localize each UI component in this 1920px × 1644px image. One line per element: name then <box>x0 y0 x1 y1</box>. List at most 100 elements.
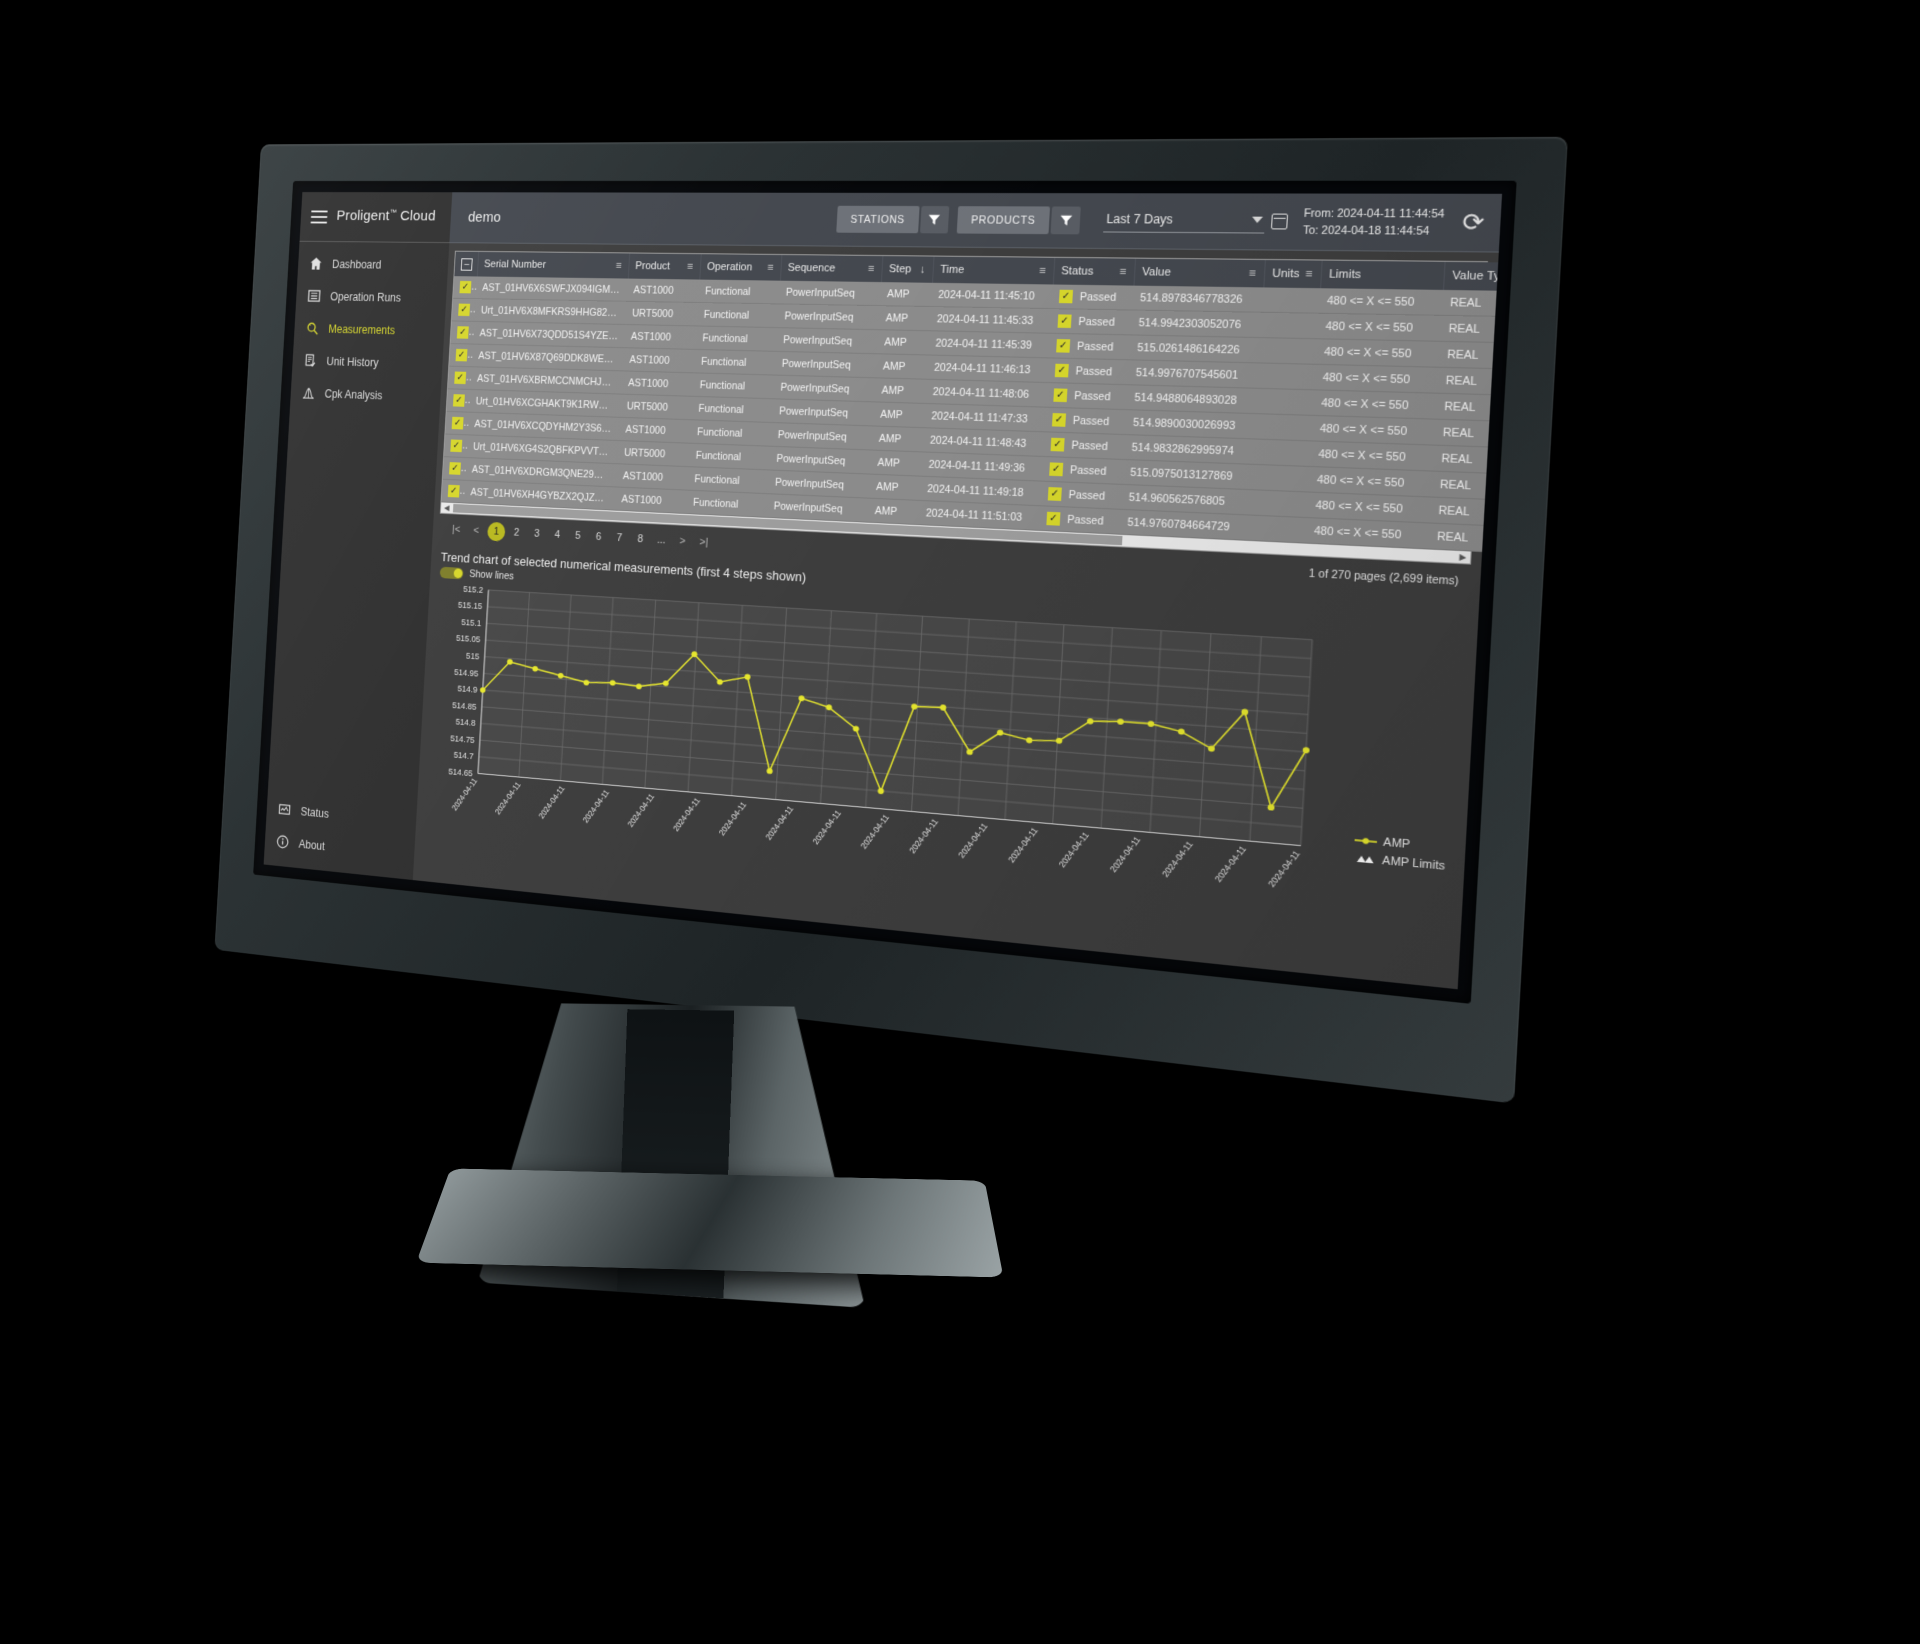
status-label: Passed <box>1071 438 1109 453</box>
page-ellipsis[interactable]: ... <box>652 530 671 550</box>
products-filter-icon[interactable] <box>1050 206 1082 235</box>
first-page-icon[interactable]: |< <box>447 520 465 540</box>
sidebar-item-measurements[interactable]: Measurements <box>294 312 446 348</box>
cell-status: ✓ Passed <box>1047 357 1130 385</box>
cell-product: URT5000 <box>619 394 693 420</box>
row-checkbox[interactable]: ✓ <box>451 298 476 322</box>
hamburger-menu-icon[interactable] <box>310 210 328 224</box>
sidebar-item-dashboard[interactable]: Dashboard <box>297 247 449 281</box>
x-axis-tick-label: 2024-04-11 <box>626 792 657 829</box>
filter-glyph <box>1059 215 1073 226</box>
cell-status: ✓ Passed <box>1043 431 1126 460</box>
row-checkbox-icon[interactable]: ✓ <box>459 280 472 294</box>
column-step[interactable]: Step ↓ <box>880 256 934 283</box>
filter-icon[interactable]: ≡ <box>616 260 622 272</box>
row-checkbox-icon[interactable]: ✓ <box>458 303 471 317</box>
calendar-icon[interactable] <box>1271 213 1289 230</box>
row-checkbox[interactable]: ✓ <box>450 320 475 345</box>
page-button-2[interactable]: 2 <box>507 523 526 543</box>
filter-icon[interactable]: ≡ <box>1039 265 1046 277</box>
row-checkbox-icon[interactable]: ✓ <box>447 484 460 498</box>
row-checkbox-icon[interactable]: ✓ <box>454 371 467 385</box>
screenshot-stage: Proligent™ Cloud demo STATIONS PRODUCTS … <box>0 0 1920 1644</box>
monitor-screen: Proligent™ Cloud demo STATIONS PRODUCTS … <box>263 192 1503 990</box>
column-product[interactable]: Product ≡ <box>627 253 701 280</box>
cell-time: 2024-04-11 11:45:33 <box>929 306 1052 334</box>
row-checkbox[interactable]: ✓ <box>446 388 471 413</box>
sidebar-item-cpk-analysis[interactable]: Cpk Analysis <box>290 376 442 413</box>
row-checkbox[interactable]: ✓ <box>447 366 472 390</box>
next-page-icon[interactable]: > <box>673 531 693 552</box>
date-range-select[interactable]: Last 7 Days <box>1103 208 1267 234</box>
row-checkbox[interactable]: ✓ <box>443 434 468 458</box>
page-button-7[interactable]: 7 <box>610 528 629 548</box>
row-checkbox[interactable]: ✓ <box>449 343 473 367</box>
page-button-6[interactable]: 6 <box>589 527 608 547</box>
column-time[interactable]: Time ≡ <box>932 256 1055 285</box>
column-limits[interactable]: Limits <box>1320 260 1445 290</box>
page-button-5[interactable]: 5 <box>568 526 587 546</box>
page-button-4[interactable]: 4 <box>548 525 567 545</box>
page-button-8[interactable]: 8 <box>631 529 650 549</box>
cell-step: AMP <box>878 305 931 331</box>
row-checkbox[interactable]: ✓ <box>445 411 470 435</box>
column-status[interactable]: Status ≡ <box>1052 257 1136 286</box>
show-lines-toggle[interactable] <box>439 566 464 580</box>
column-label: Time <box>939 263 965 277</box>
row-checkbox-icon[interactable]: ✓ <box>449 462 461 475</box>
row-checkbox-icon[interactable]: ✓ <box>452 394 465 407</box>
toolbar-controls: STATIONS PRODUCTS Last 7 Days From: 2024… <box>836 203 1485 240</box>
products-button[interactable]: PRODUCTS <box>956 206 1051 235</box>
column-serial-number[interactable]: Serial Number ≡ <box>476 251 630 279</box>
page-button-1[interactable]: 1 <box>487 521 506 542</box>
cell-operation: Functional <box>696 302 779 328</box>
filter-icon[interactable]: ≡ <box>1305 268 1313 281</box>
filter-icon[interactable]: ≡ <box>1249 267 1257 280</box>
row-checkbox[interactable]: ✓ <box>441 479 466 503</box>
column-sequence[interactable]: Sequence ≡ <box>779 254 883 283</box>
column-units[interactable]: Units ≡ <box>1263 259 1322 289</box>
sidebar-item-unit-history[interactable]: Unit History <box>292 344 444 381</box>
status-pass-icon: ✓ <box>1053 388 1068 403</box>
x-axis-tick-label: 2024-04-11 <box>717 800 748 837</box>
stations-button[interactable]: STATIONS <box>836 205 920 234</box>
cell-step: AMP <box>871 425 924 452</box>
page-button-3[interactable]: 3 <box>527 524 546 544</box>
legend-item-amp-limits[interactable]: AMP Limits <box>1353 852 1445 873</box>
row-checkbox-icon[interactable]: ✓ <box>450 439 463 453</box>
last-page-icon[interactable]: >| <box>694 532 714 553</box>
row-checkbox[interactable]: ✓ <box>453 276 477 299</box>
filter-icon[interactable]: ≡ <box>868 263 875 275</box>
cell-limits: 480 <= X <= 550 <box>1314 364 1439 394</box>
stations-control: STATIONS <box>836 205 949 234</box>
cell-sequence: PowerInputSeq <box>775 327 879 354</box>
x-axis-tick-label: 2024-04-11 <box>1213 844 1249 884</box>
scroll-left-icon[interactable]: ◀ <box>441 503 453 512</box>
filter-icon[interactable]: ≡ <box>687 261 694 273</box>
cell-units <box>1256 388 1315 416</box>
row-checkbox-icon[interactable]: ✓ <box>451 416 464 430</box>
column-value[interactable]: Value ≡ <box>1133 258 1265 288</box>
filter-icon[interactable]: ≡ <box>1119 266 1126 279</box>
prev-page-icon[interactable]: < <box>467 521 485 541</box>
column-value-type[interactable]: Value Type <box>1442 261 1503 292</box>
scroll-right-icon[interactable]: ▶ <box>1455 552 1470 563</box>
column-operation[interactable]: Operation ≡ <box>699 254 782 281</box>
x-axis-tick-label: 2024-04-11 <box>450 776 479 812</box>
sidebar-item-label: Status <box>300 804 330 821</box>
sidebar-item-operation-runs[interactable]: Operation Runs <box>295 279 447 314</box>
stations-filter-icon[interactable] <box>919 206 949 234</box>
workspace-label: demo <box>467 209 502 226</box>
sort-ascending-icon[interactable]: ↓ <box>920 263 926 275</box>
row-checkbox-icon[interactable]: ✓ <box>455 348 468 362</box>
select-all-header[interactable]: – <box>454 251 479 277</box>
refresh-icon[interactable]: ⟳ <box>1462 208 1486 236</box>
document-check-icon <box>303 352 318 368</box>
filter-icon[interactable]: ≡ <box>767 262 774 274</box>
cell-time: 2024-04-11 11:45:39 <box>927 330 1051 358</box>
indeterminate-checkbox-icon[interactable]: – <box>460 257 473 271</box>
y-axis-tick-label: 514.8 <box>455 718 476 728</box>
row-checkbox-icon[interactable]: ✓ <box>456 326 469 339</box>
y-axis-tick-label: 515.15 <box>458 601 483 611</box>
row-checkbox[interactable]: ✓ <box>442 456 467 481</box>
